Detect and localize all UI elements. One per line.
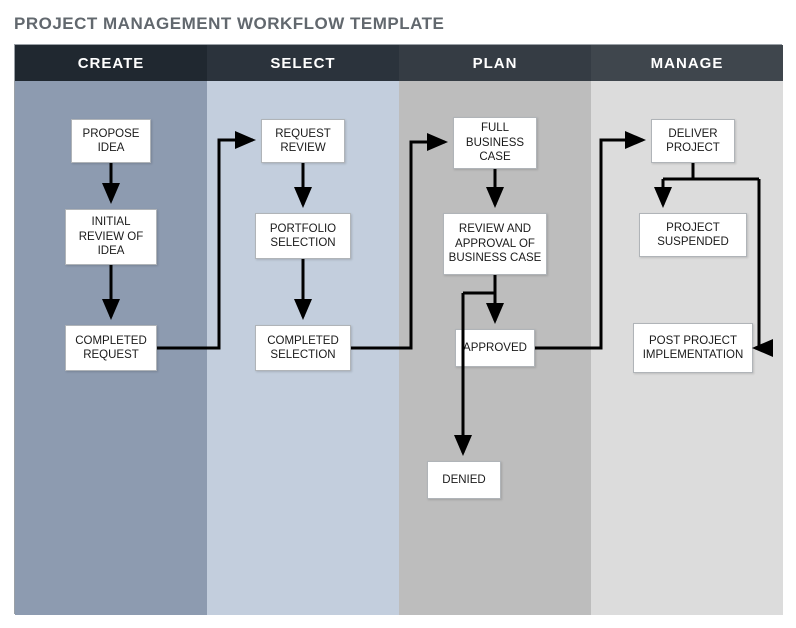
box-post-project: POST PROJECT IMPLEMENTATION xyxy=(633,323,753,373)
box-project-suspended: PROJECT SUSPENDED xyxy=(639,213,747,257)
box-review-approval: REVIEW AND APPROVAL OF BUSINESS CASE xyxy=(443,213,547,275)
column-header-create: CREATE xyxy=(15,45,207,81)
box-request-review: REQUEST REVIEW xyxy=(261,119,345,163)
box-propose-idea: PROPOSE IDEA xyxy=(71,119,151,163)
page-title: PROJECT MANAGEMENT WORKFLOW TEMPLATE xyxy=(14,14,782,34)
box-deliver-project: DELIVER PROJECT xyxy=(651,119,735,163)
column-header-select: SELECT xyxy=(207,45,399,81)
box-completed-selection: COMPLETED SELECTION xyxy=(255,325,351,371)
box-completed-request: COMPLETED REQUEST xyxy=(65,325,157,371)
box-full-business-case: FULL BUSINESS CASE xyxy=(453,117,537,169)
column-header-manage: MANAGE xyxy=(591,45,783,81)
box-denied: DENIED xyxy=(427,461,501,499)
box-initial-review: INITIAL REVIEW OF IDEA xyxy=(65,209,157,265)
workflow-diagram: CREATE SELECT PLAN MANAGE PROPOSE IDEA I… xyxy=(14,44,782,614)
column-header-plan: PLAN xyxy=(399,45,591,81)
box-portfolio-selection: PORTFOLIO SELECTION xyxy=(255,213,351,259)
box-approved: APPROVED xyxy=(455,329,535,367)
